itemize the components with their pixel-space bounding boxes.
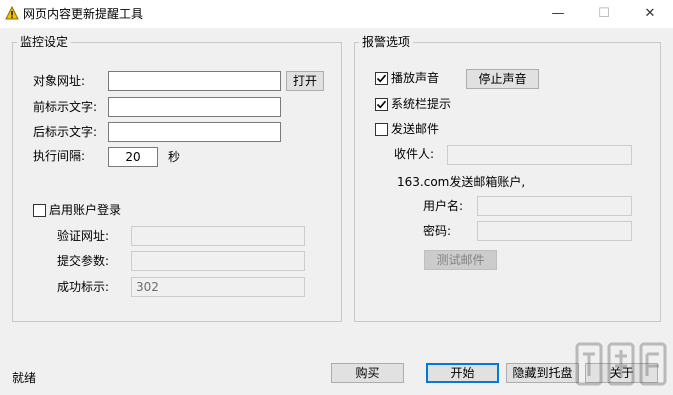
minimize-button[interactable]: — bbox=[535, 0, 581, 28]
status-text: 就绪 bbox=[12, 371, 37, 385]
maximize-button[interactable]: ☐ bbox=[581, 0, 627, 28]
success-flag-input[interactable] bbox=[131, 277, 305, 297]
verify-url-label: 验证网址: bbox=[57, 229, 110, 243]
start-button[interactable]: 开始 bbox=[426, 363, 499, 383]
send-mail-label: 发送邮件 bbox=[391, 122, 440, 136]
tray-tip-label: 系统栏提示 bbox=[391, 97, 452, 111]
watermark-logo bbox=[575, 340, 667, 391]
interval-label: 执行间隔: bbox=[33, 149, 86, 163]
suffix-text-label: 后标示文字: bbox=[33, 125, 98, 139]
password-input[interactable] bbox=[477, 221, 632, 241]
close-button[interactable]: ✕ bbox=[627, 0, 673, 28]
username-label: 用户名: bbox=[423, 199, 464, 213]
tray-tip-checkbox[interactable] bbox=[375, 98, 388, 111]
submit-params-input[interactable] bbox=[131, 251, 305, 271]
send-mail-checkbox[interactable] bbox=[375, 123, 388, 136]
prefix-text-label: 前标示文字: bbox=[33, 100, 98, 114]
buy-button[interactable]: 购买 bbox=[331, 363, 404, 383]
warning-icon bbox=[5, 5, 19, 20]
monitor-settings-legend: 监控设定 bbox=[17, 35, 72, 49]
verify-url-input[interactable] bbox=[131, 226, 305, 246]
suffix-text-input[interactable] bbox=[108, 122, 281, 142]
prefix-text-input[interactable] bbox=[108, 97, 281, 117]
target-url-label: 对象网址: bbox=[33, 74, 86, 88]
interval-input[interactable] bbox=[108, 147, 158, 167]
play-sound-checkbox[interactable] bbox=[375, 72, 388, 85]
stop-sound-button[interactable]: 停止声音 bbox=[466, 69, 539, 89]
alarm-options-legend: 报警选项 bbox=[359, 35, 414, 49]
recipient-input[interactable] bbox=[447, 145, 632, 165]
login-checkbox[interactable] bbox=[33, 204, 46, 217]
check-icon bbox=[376, 100, 387, 109]
window-title: 网页内容更新提醒工具 bbox=[23, 7, 144, 21]
open-button[interactable]: 打开 bbox=[286, 71, 324, 91]
success-flag-label: 成功标示: bbox=[57, 280, 110, 294]
password-label: 密码: bbox=[423, 224, 452, 238]
submit-params-label: 提交参数: bbox=[57, 254, 110, 268]
play-sound-label: 播放声音 bbox=[391, 71, 440, 85]
login-checkbox-label: 启用账户登录 bbox=[49, 203, 122, 217]
username-input[interactable] bbox=[477, 196, 632, 216]
sender-account-note: 163.com发送邮箱账户, bbox=[397, 175, 526, 189]
check-icon bbox=[376, 74, 387, 83]
recipient-label: 收件人: bbox=[394, 147, 435, 161]
interval-unit: 秒 bbox=[168, 150, 181, 164]
test-mail-button[interactable]: 测试邮件 bbox=[424, 250, 497, 270]
target-url-input[interactable] bbox=[108, 71, 281, 91]
hide-to-tray-button[interactable]: 隐藏到托盘 bbox=[506, 363, 579, 383]
